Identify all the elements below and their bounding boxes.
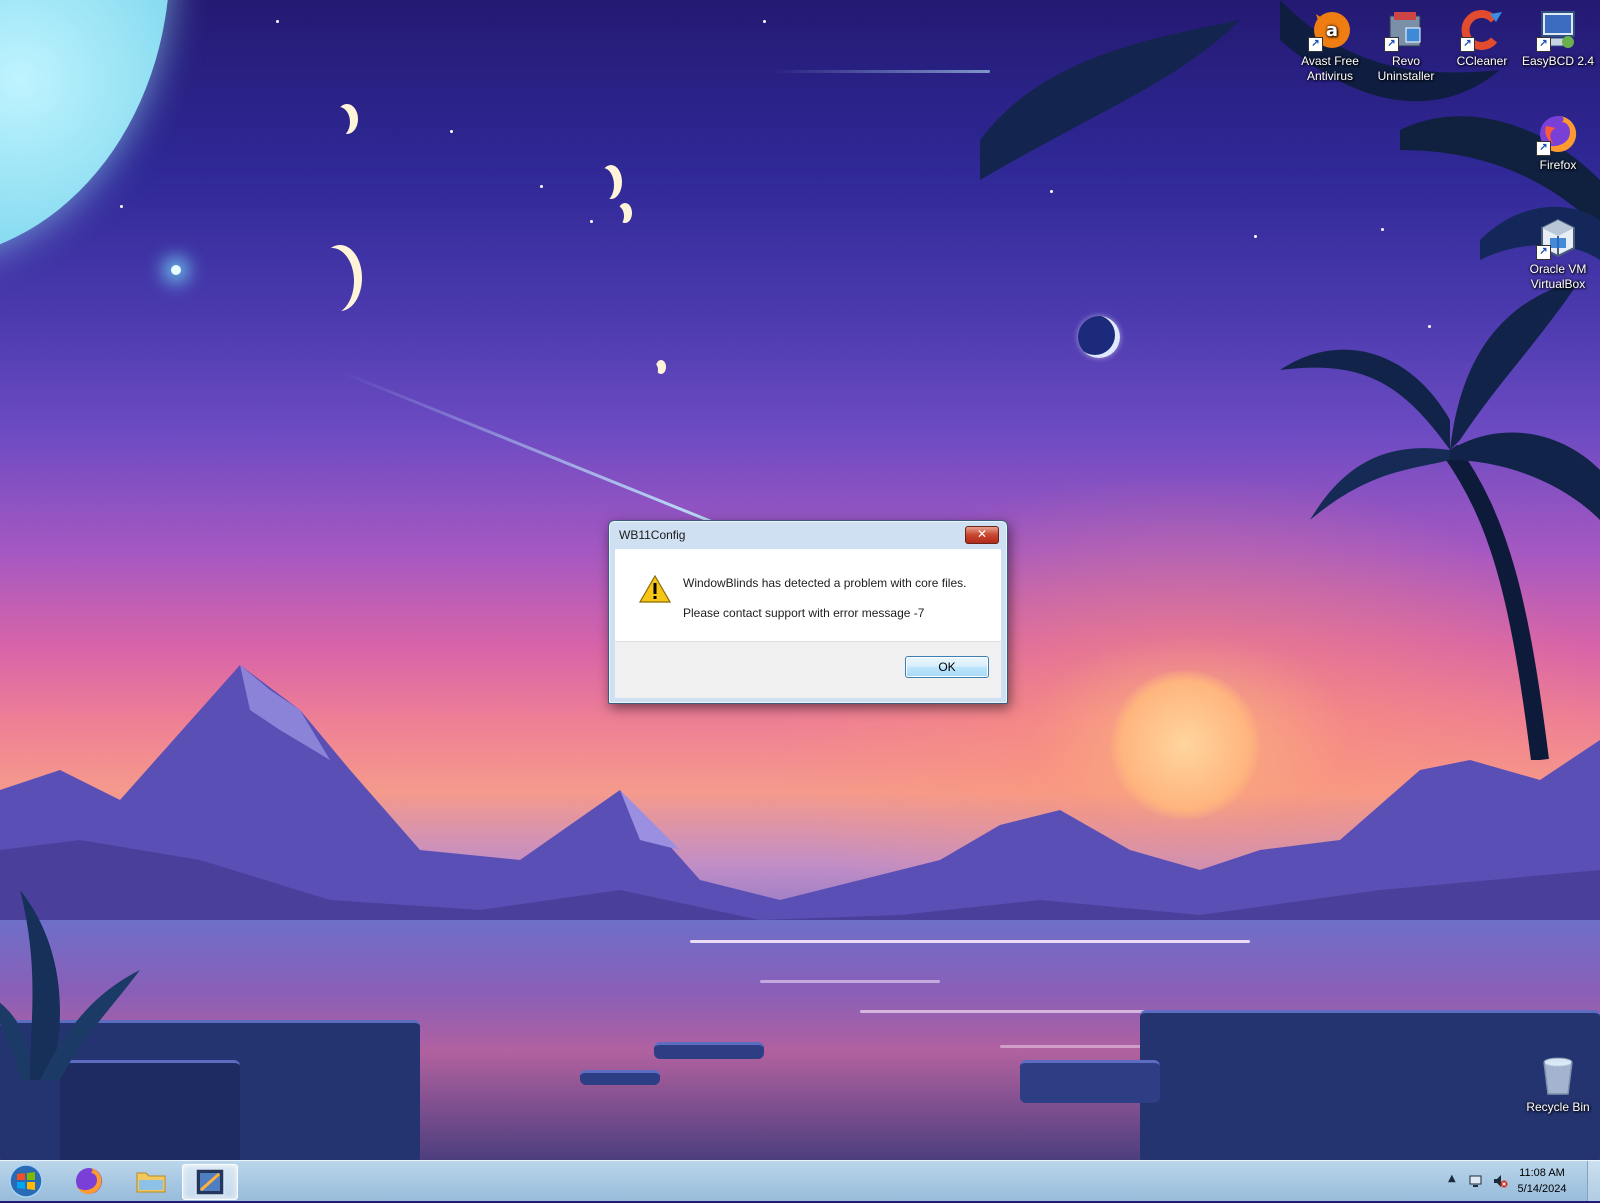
- show-desktop-button[interactable]: [1587, 1161, 1600, 1201]
- taskbar-firefox-button[interactable]: [62, 1164, 116, 1198]
- firefox-icon: ↗: [1536, 112, 1580, 156]
- wallpaper-star: [590, 220, 593, 223]
- wallpaper-crescent-moon: [318, 245, 362, 311]
- wallpaper-crescent-moon: [656, 360, 666, 374]
- avast-icon: a ↗: [1308, 8, 1352, 52]
- windows-start-icon: [9, 1164, 43, 1198]
- wallpaper-crescent-moon: [618, 203, 632, 223]
- wallpaper-rocks: [1020, 1060, 1160, 1103]
- desktop-icon-label: EasyBCD 2.4: [1521, 54, 1595, 68]
- wallpaper-comet: [339, 370, 730, 531]
- dialog-title: WB11Config: [619, 528, 686, 542]
- close-button[interactable]: ✕: [965, 526, 999, 544]
- clock-date: 5/14/2024: [1517, 1183, 1567, 1195]
- wallpaper-water-shine: [690, 940, 1250, 943]
- desktop-icon-virtualbox[interactable]: ↗ Oracle VM VirtualBox: [1518, 216, 1598, 292]
- wallpaper-star: [450, 130, 453, 133]
- easybcd-icon: ↗: [1536, 8, 1580, 52]
- wallpaper-star: [763, 20, 766, 23]
- desktop-icon-label: Revo Uninstaller: [1377, 54, 1435, 83]
- wallpaper-palm-trees: [980, 0, 1600, 760]
- wallpaper-crescent-moon: [336, 104, 358, 134]
- dialog-body: WindowBlinds has detected a problem with…: [615, 549, 1001, 641]
- wallpaper-fern-plant: [0, 890, 140, 1080]
- desktop-icon-label: Avast Free Antivirus: [1301, 54, 1359, 83]
- error-dialog: WB11Config ✕ WindowBlinds has detected a…: [608, 520, 1008, 704]
- ok-button[interactable]: OK: [905, 656, 989, 678]
- revo-uninstaller-icon: ↗: [1384, 8, 1428, 52]
- wallpaper-star: [276, 20, 279, 23]
- dialog-message-line1: WindowBlinds has detected a problem with…: [683, 576, 967, 590]
- show-hidden-icons-button[interactable]: ▲: [1448, 1173, 1456, 1184]
- desktop-icon-easybcd[interactable]: ↗ EasyBCD 2.4: [1518, 8, 1598, 69]
- desktop-icon-label: Firefox: [1539, 158, 1577, 172]
- dialog-button-bar: OK: [615, 641, 1001, 698]
- recycle-bin-icon: [1536, 1054, 1580, 1098]
- system-tray: ▲ 11:08 AM 5/14/2024: [1400, 1161, 1600, 1201]
- desktop-icon-label: Recycle Bin: [1526, 1100, 1590, 1114]
- wallpaper-glowing-star: [171, 265, 181, 275]
- desktop-icon-avast[interactable]: a ↗ Avast Free Antivirus: [1290, 8, 1370, 84]
- desktop-icon-ccleaner[interactable]: ↗ CCleaner: [1442, 8, 1522, 69]
- firefox-icon: [76, 1168, 102, 1194]
- wallpaper-star: [120, 205, 123, 208]
- wallpaper-light-streak: [770, 70, 990, 73]
- ccleaner-icon: ↗: [1460, 8, 1504, 52]
- virtualbox-icon: ↗: [1536, 216, 1580, 260]
- clock-time: 11:08 AM: [1519, 1167, 1565, 1179]
- desktop-icon-revo-uninstaller[interactable]: ↗ Revo Uninstaller: [1366, 8, 1446, 84]
- desktop-icon-recycle-bin[interactable]: Recycle Bin: [1518, 1054, 1598, 1115]
- start-button[interactable]: [6, 1163, 46, 1199]
- taskbar: ▲ 11:08 AM 5/14/2024: [0, 1160, 1600, 1201]
- wallpaper-water-shine: [760, 980, 940, 983]
- windowblinds-icon: [195, 1168, 225, 1196]
- folder-icon: [136, 1172, 166, 1193]
- taskbar-wb11config-button[interactable]: [182, 1164, 238, 1200]
- wallpaper-crescent-moon: [600, 165, 622, 199]
- warning-icon: [638, 574, 672, 603]
- wallpaper-rocks: [654, 1042, 764, 1059]
- wallpaper-rocks: [580, 1070, 660, 1085]
- dialog-message-line2: Please contact support with error messag…: [683, 606, 925, 620]
- desktop-icon-label: Oracle VM VirtualBox: [1529, 262, 1587, 291]
- dialog-content: WindowBlinds has detected a problem with…: [615, 549, 1001, 698]
- desktop-icon-label: CCleaner: [1456, 54, 1508, 68]
- wallpaper-planet: [0, 0, 170, 260]
- taskbar-file-explorer-button[interactable]: [124, 1164, 178, 1198]
- svg-text:a: a: [1326, 20, 1338, 41]
- dialog-titlebar[interactable]: WB11Config ✕: [609, 521, 1007, 549]
- desktop-icon-firefox[interactable]: ↗ Firefox: [1518, 112, 1598, 173]
- network-icon[interactable]: [1468, 1173, 1484, 1193]
- wallpaper-star: [540, 185, 543, 188]
- clock[interactable]: 11:08 AM 5/14/2024: [1502, 1165, 1582, 1197]
